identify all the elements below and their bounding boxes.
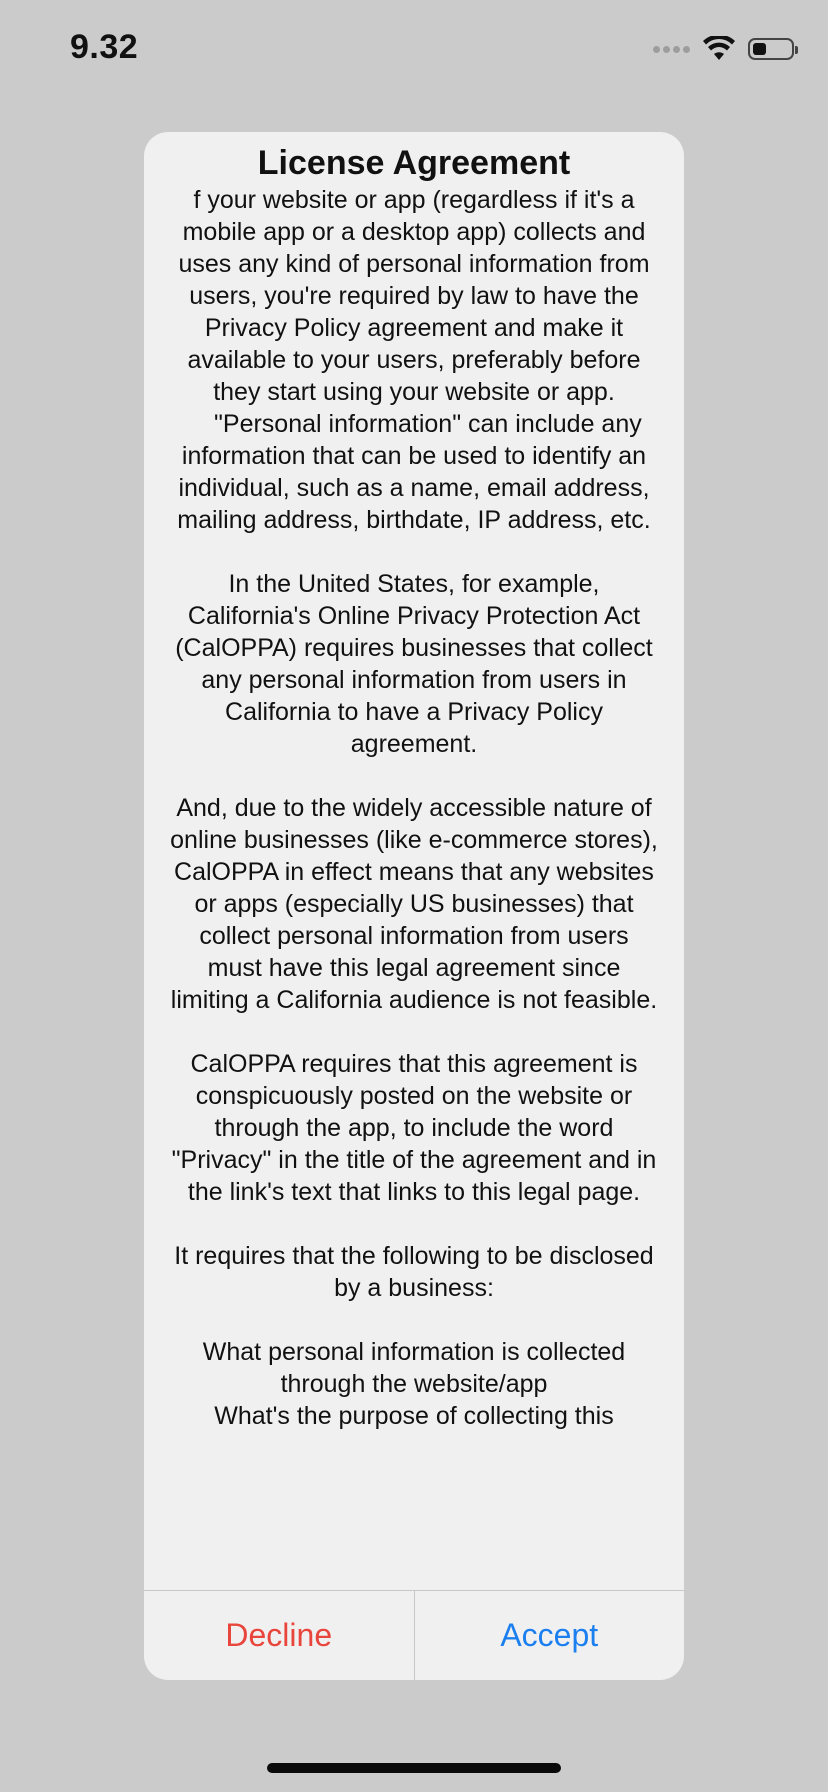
signal-dots-icon — [653, 45, 690, 53]
status-time: 9.32 — [70, 28, 139, 66]
dialog-body-text: f your website or app (regardless if it'… — [170, 186, 658, 1430]
dialog-button-row: Decline Accept — [144, 1591, 684, 1680]
home-indicator[interactable] — [267, 1763, 561, 1773]
wifi-icon — [703, 36, 735, 60]
status-indicators — [653, 36, 798, 62]
dialog-scroll-body[interactable]: f your website or app (regardless if it'… — [170, 184, 658, 1640]
decline-button[interactable]: Decline — [144, 1591, 414, 1680]
accept-button[interactable]: Accept — [415, 1591, 685, 1680]
battery-fill — [753, 43, 766, 55]
license-agreement-dialog: License Agreement f your website or app … — [144, 132, 684, 1680]
dialog-title: License Agreement — [257, 144, 571, 182]
status-bar: 9.32 — [0, 0, 828, 100]
battery-icon — [748, 38, 798, 60]
